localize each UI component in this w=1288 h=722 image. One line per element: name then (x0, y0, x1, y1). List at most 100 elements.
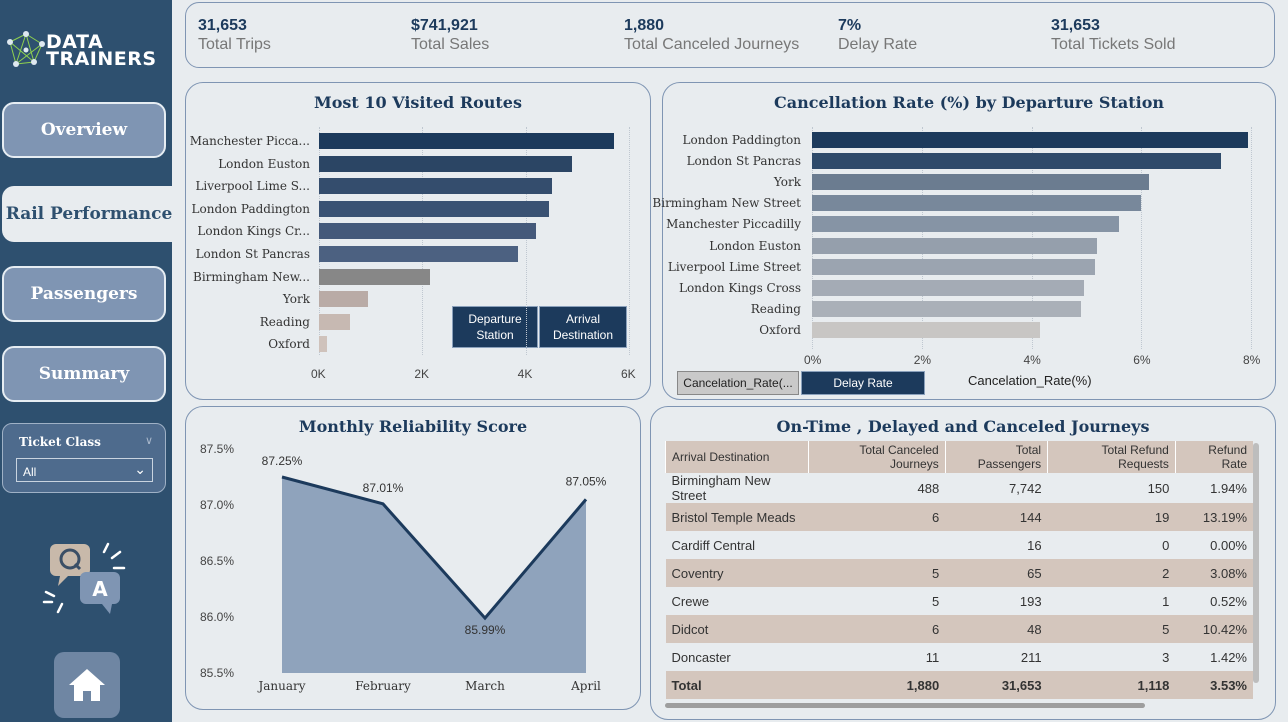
table-row[interactable]: Coventry 5 65 2 3.08% (665, 559, 1253, 587)
sidebar: DATA TRAINERS Overview Rail Performance … (0, 0, 176, 722)
table-cell: 11 (925, 649, 940, 665)
station-bar (812, 153, 1221, 170)
x-tick-label: January (256, 679, 305, 693)
table-cell: 1.42% (1210, 649, 1247, 665)
table-row[interactable]: Doncaster 11 211 3 1.42% (666, 643, 1254, 671)
x-tick-label: February (355, 679, 411, 693)
nav-summary-button[interactable]: Summary (2, 346, 166, 402)
journeys-table: Arrival Destination Total Canceled Journe… (665, 441, 1253, 699)
x-gridline (1251, 127, 1252, 349)
table-cell: Bristol Temple Meads (665, 503, 809, 531)
route-label: London Euston (218, 156, 310, 171)
table-vertical-scrollbar[interactable] (1253, 443, 1259, 683)
table-cell: 6 (808, 503, 946, 531)
column-header[interactable]: Total Refund Requests (1047, 441, 1176, 473)
table-cell: 1.94% (1210, 480, 1247, 496)
table-cell: 5 (1047, 615, 1176, 643)
kpi-value: 1,880 (624, 17, 665, 34)
route-bar (319, 200, 549, 217)
table-cell: 3.08% (1175, 559, 1253, 587)
home-icon (69, 669, 105, 701)
table-cell: 0.00% (1210, 537, 1247, 553)
station-bar (812, 174, 1150, 191)
kpi-label: Total Tickets Sold (1051, 36, 1176, 53)
chevron-up-icon[interactable]: ∨ (145, 434, 153, 447)
table-cell: Crewe (671, 593, 710, 609)
route-bar (319, 223, 536, 240)
kpi-total-sales: $741,921 Total Sales (411, 17, 489, 54)
table-row[interactable]: Birmingham New Street 488 7,742 150 1.94% (666, 473, 1254, 503)
table-cell: 0 (1162, 537, 1170, 553)
table-cell: 0.52% (1210, 593, 1247, 609)
table-horizontal-scrollbar[interactable] (665, 703, 1145, 708)
brand-line-2: TRAINERS (46, 48, 157, 70)
nav-rail-performance-button[interactable]: Rail Performance (2, 186, 176, 242)
station-label: Reading (750, 301, 801, 316)
table-cell: Doncaster (671, 649, 731, 665)
slicer-title: Ticket Class (19, 435, 101, 449)
table-total-row: Total 1,880 31,653 1,118 3.53% (665, 671, 1253, 699)
nav-overview-button[interactable]: Overview (2, 102, 166, 158)
visited-routes-title: Most 10 Visited Routes (314, 93, 522, 112)
table-cell: 144 (945, 503, 1048, 531)
total-cell: 31,653 (945, 671, 1048, 699)
kpi-value: 31,653 (1051, 17, 1100, 34)
journeys-card: On-Time , Delayed and Canceled Journeys … (650, 406, 1276, 720)
station-label: Birmingham New Street (652, 196, 801, 211)
cancellation-x-axis-label: Cancelation_Rate(%) (968, 373, 1092, 388)
ticket-class-dropdown[interactable]: All ⌄ (16, 458, 153, 482)
nav-passengers-button[interactable]: Passengers (2, 266, 166, 322)
kpi-total-tickets: 31,653 Total Tickets Sold (1051, 17, 1176, 54)
x-tick-label: March (465, 679, 505, 693)
station-label: Manchester Piccadilly (666, 217, 801, 232)
table-cell: 65 (945, 559, 1048, 587)
y-tick-label: 85.5% (200, 666, 234, 680)
journeys-title: On-Time , Delayed and Canceled Journeys (776, 417, 1150, 436)
table-cell: 6 (808, 615, 946, 643)
column-header[interactable]: Total Passengers (944, 441, 1048, 473)
table-cell: 488 (917, 480, 940, 496)
y-tick-label: 86.5% (200, 554, 234, 568)
reliability-area (282, 477, 586, 673)
kpi-label: Total Trips (198, 36, 271, 53)
table-cell: 5 (808, 559, 946, 587)
kpi-value: 31,653 (198, 17, 247, 34)
cancel-rate-toggle[interactable]: Cancelation_Rate(... (677, 371, 799, 395)
table-cell: 3 (1162, 649, 1170, 665)
kpi-value: 7% (838, 17, 862, 34)
x-gridline (629, 127, 630, 355)
column-header[interactable]: Refund Rate (1174, 441, 1253, 473)
svg-text:A: A (92, 577, 108, 601)
arrival-destination-button[interactable]: Arrival Destination (539, 306, 627, 348)
table-row[interactable]: Cardiff Central 16 0 0.00% (666, 531, 1254, 559)
delay-rate-toggle[interactable]: Delay Rate (801, 371, 925, 395)
kpi-total-trips: 31,653 Total Trips (198, 17, 271, 54)
home-button[interactable] (54, 652, 120, 718)
data-label: 87.25% (262, 454, 303, 468)
station-bar (812, 321, 1040, 338)
table-cell: 2 (1047, 559, 1176, 587)
route-bar (319, 291, 369, 308)
kpi-value: $741,921 (411, 17, 478, 34)
cancellation-rate-title: Cancellation Rate (%) by Departure Stati… (774, 93, 1164, 112)
x-tick-label: 4% (1023, 353, 1041, 367)
station-bar (812, 237, 1098, 254)
route-label: Oxford (268, 337, 310, 352)
table-cell: 193 (1019, 593, 1042, 609)
kpi-label: Delay Rate (838, 36, 918, 53)
x-tick-label: April (570, 679, 601, 693)
ticket-class-slicer: Ticket Class ∨ All ⌄ (2, 423, 166, 493)
total-cell: 3.53% (1175, 671, 1253, 699)
column-header[interactable]: Total Canceled Journeys (807, 441, 946, 473)
station-label: London Paddington (682, 133, 801, 147)
station-bar (812, 132, 1249, 148)
route-bar (319, 336, 327, 353)
table-row[interactable]: Crewe 5 193 1 0.52% (666, 587, 1254, 615)
column-header[interactable]: Arrival Destination (665, 441, 809, 473)
x-tick-label: 8% (1243, 353, 1261, 367)
qa-icon[interactable]: A (40, 540, 130, 625)
route-label: Reading (259, 314, 310, 329)
station-bar (812, 258, 1095, 275)
table-row[interactable]: Bristol Temple Meads 6 144 19 13.19% (665, 503, 1253, 531)
table-row[interactable]: Didcot 6 48 5 10.42% (665, 615, 1253, 643)
